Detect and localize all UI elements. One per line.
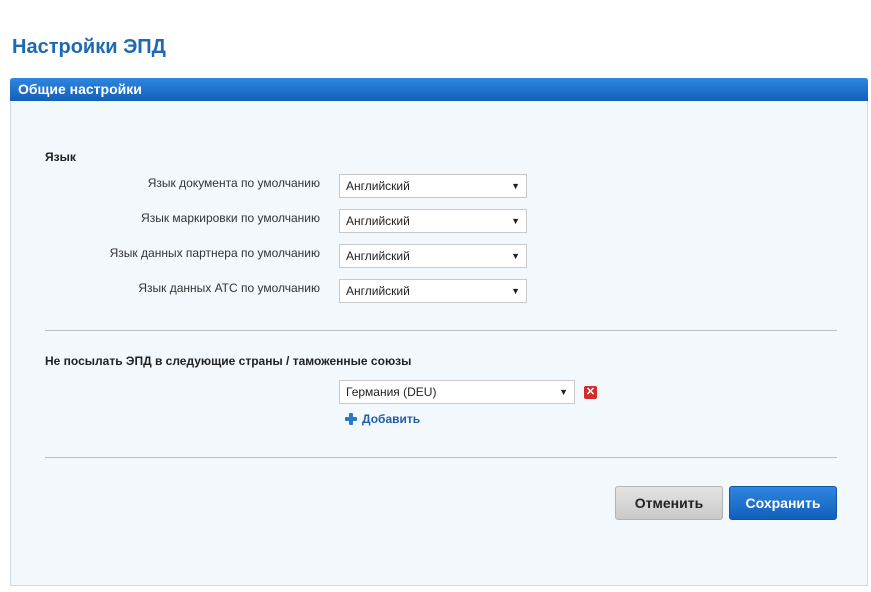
excluded-country-select[interactable]: Германия (DEU) ▼: [339, 380, 575, 404]
section-divider: [45, 330, 837, 331]
default-ats-data-language-label: Язык данных АТС по умолчанию: [138, 281, 320, 295]
chevron-down-icon: ▼: [511, 216, 520, 226]
default-document-language-label: Язык документа по умолчанию: [147, 176, 320, 190]
chevron-down-icon: ▼: [511, 286, 520, 296]
panel-header: Общие настройки: [10, 78, 868, 101]
chevron-down-icon: ▼: [559, 387, 568, 397]
add-country-link[interactable]: Добавить: [345, 412, 420, 426]
section-divider: [45, 457, 837, 458]
default-ats-data-language-select[interactable]: Английский ▼: [339, 279, 527, 303]
default-partner-data-language-select[interactable]: Английский ▼: [339, 244, 527, 268]
language-section-title: Язык: [45, 150, 76, 164]
select-value: Английский: [346, 249, 410, 263]
plus-icon: [345, 413, 357, 425]
default-marking-language-label: Язык маркировки по умолчанию: [141, 211, 320, 225]
select-value: Германия (DEU): [346, 385, 437, 399]
page-title: Настройки ЭПД: [12, 36, 166, 58]
select-value: Английский: [346, 284, 410, 298]
chevron-down-icon: ▼: [511, 181, 520, 191]
cancel-button[interactable]: Отменить: [615, 486, 723, 520]
select-value: Английский: [346, 214, 410, 228]
close-icon[interactable]: ✕: [584, 386, 597, 399]
select-value: Английский: [346, 179, 410, 193]
default-marking-language-select[interactable]: Английский ▼: [339, 209, 527, 233]
save-button[interactable]: Сохранить: [729, 486, 837, 520]
exclusion-section-title: Не посылать ЭПД в следующие страны / там…: [45, 354, 412, 368]
default-document-language-select[interactable]: Английский ▼: [339, 174, 527, 198]
general-settings-panel: Общие настройки Язык Язык документа по у…: [10, 78, 868, 586]
add-label: Добавить: [362, 412, 421, 426]
default-partner-data-language-label: Язык данных партнера по умолчанию: [109, 246, 320, 260]
chevron-down-icon: ▼: [511, 251, 520, 261]
